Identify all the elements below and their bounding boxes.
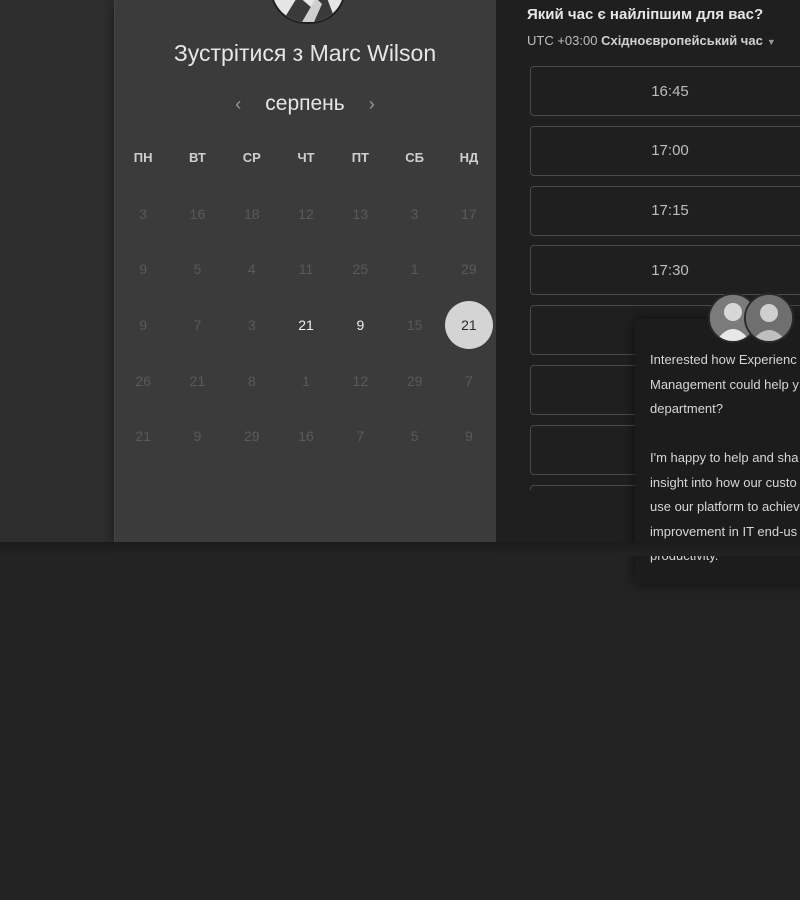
calendar-day-number: 12 bbox=[298, 205, 314, 222]
calendar-day: 3 bbox=[387, 186, 441, 242]
calendar-day[interactable]: 21 bbox=[279, 297, 333, 353]
calendar-day-number: 1 bbox=[410, 261, 419, 278]
calendar-day: 17 bbox=[442, 186, 496, 242]
timezone-offset: UTC +03:00 bbox=[527, 33, 598, 48]
calendar-grid: 3 16 18 12 13 3 17 9 5 4 11 25 1 29 9 7 3 21 9 15 21 26 21 8 1 12… bbox=[116, 186, 496, 464]
calendar-day-number: 5 bbox=[193, 261, 202, 278]
calendar-day-number: 21 bbox=[444, 300, 493, 349]
weekday-label: ПН bbox=[133, 150, 153, 165]
calendar-day: 13 bbox=[333, 186, 387, 242]
calendar-day-number: 7 bbox=[356, 428, 365, 445]
calendar-day-number: 3 bbox=[247, 316, 256, 333]
calendar-day: 21 bbox=[116, 408, 170, 464]
calendar-day: 7 bbox=[170, 297, 224, 353]
calendar-day-number: 11 bbox=[298, 261, 314, 278]
month-label: серпень bbox=[265, 92, 345, 115]
calendar-day: 26 bbox=[116, 353, 170, 409]
calendar-day-number: 9 bbox=[193, 428, 202, 445]
calendar-day-number: 29 bbox=[406, 372, 423, 389]
calendar-day: 25 bbox=[333, 242, 387, 298]
calendar-day-number: 16 bbox=[189, 205, 206, 222]
calendar-day: 9 bbox=[116, 297, 170, 353]
calendar-day: 29 bbox=[442, 242, 496, 298]
chevron-right-icon[interactable]: › bbox=[365, 94, 379, 115]
weekday-label: СР bbox=[242, 150, 261, 165]
calendar-day: 21 bbox=[170, 353, 224, 409]
weekday-header: ПН ВТ СР ЧТ ПТ СБ НД bbox=[116, 150, 496, 165]
page-divider bbox=[0, 542, 800, 556]
calendar-day-number: 8 bbox=[247, 372, 256, 389]
calendar-day: 18 bbox=[225, 186, 279, 242]
chat-message: Interested how Experienc Management coul… bbox=[650, 352, 800, 563]
chat-agent-avatars[interactable] bbox=[708, 293, 794, 343]
calendar-day: 29 bbox=[225, 408, 279, 464]
time-slot-button[interactable]: 16:45 bbox=[530, 66, 800, 116]
calendar-day[interactable]: 9 bbox=[333, 297, 387, 353]
calendar-day-number: 1 bbox=[302, 372, 310, 389]
time-slot-button[interactable]: 17:30 bbox=[530, 245, 800, 296]
calendar-day: 1 bbox=[387, 242, 441, 298]
weekday-label: ЧТ bbox=[297, 150, 315, 165]
calendar-day-number: 29 bbox=[461, 261, 477, 278]
calendar-day-number: 7 bbox=[465, 372, 473, 389]
calendar-day: 8 bbox=[225, 353, 279, 409]
calendar-day-number: 9 bbox=[139, 316, 148, 333]
calendar-day-number: 9 bbox=[465, 428, 473, 445]
calendar-day: 15 bbox=[387, 297, 441, 353]
calendar-day-number: 9 bbox=[139, 261, 148, 278]
agent-avatar bbox=[744, 293, 794, 343]
calendar-day: 5 bbox=[170, 242, 224, 298]
calendar-day-number: 13 bbox=[352, 205, 369, 222]
calendar-day-number: 15 bbox=[406, 316, 423, 333]
calendar-day[interactable]: 21 bbox=[442, 297, 496, 353]
calendar-day-number: 5 bbox=[410, 428, 419, 445]
calendar-day: 16 bbox=[279, 408, 333, 464]
calendar-day-number: 9 bbox=[356, 316, 365, 333]
left-gutter bbox=[0, 0, 114, 542]
timezone-selector[interactable]: UTC +03:00 Східноєвропейський час ▼ bbox=[527, 33, 776, 48]
calendar-day: 9 bbox=[170, 408, 224, 464]
calendar-day-number: 12 bbox=[352, 372, 369, 389]
calendar-day-number: 17 bbox=[461, 205, 477, 222]
weekday-label: СБ bbox=[405, 150, 424, 165]
calendar-day: 3 bbox=[225, 297, 279, 353]
time-slot-button[interactable]: 17:15 bbox=[530, 185, 800, 236]
timezone-name: Східноєвропейський час bbox=[601, 33, 763, 48]
calendar-day: 5 bbox=[387, 408, 441, 464]
calendar-day-number: 3 bbox=[410, 205, 419, 222]
calendar-day: 1 bbox=[279, 353, 333, 409]
weekday-label: ПТ bbox=[351, 150, 369, 165]
calendar-day: 3 bbox=[116, 186, 170, 242]
weekday-label: ВТ bbox=[189, 150, 206, 165]
calendar-day-number: 16 bbox=[298, 428, 314, 445]
calendar-day-number: 21 bbox=[189, 372, 206, 389]
calendar-day-number: 21 bbox=[135, 428, 151, 445]
calendar-day-number: 18 bbox=[243, 205, 260, 222]
calendar-day-number: 29 bbox=[243, 428, 260, 445]
calendar-day: 16 bbox=[170, 186, 224, 242]
calendar-day: 9 bbox=[116, 242, 170, 298]
chevron-down-icon: ▼ bbox=[766, 37, 776, 47]
calendar-day: 4 bbox=[225, 242, 279, 298]
month-navigation: ‹ серпень › bbox=[114, 90, 496, 118]
host-title: Зустрітися з Marc Wilson bbox=[173, 40, 437, 66]
calendar-day-number: 25 bbox=[352, 261, 369, 278]
chevron-left-icon[interactable]: ‹ bbox=[231, 94, 245, 115]
calendar-day: 7 bbox=[333, 408, 387, 464]
calendar-day-number: 3 bbox=[139, 205, 148, 222]
time-slot-button[interactable]: 17:00 bbox=[530, 125, 800, 176]
calendar-day: 29 bbox=[387, 353, 441, 409]
calendar-day: 11 bbox=[279, 242, 333, 298]
calendar-day-number: 7 bbox=[193, 316, 202, 333]
calendar-day-number: 26 bbox=[135, 372, 151, 389]
calendar-day-number: 4 bbox=[247, 261, 256, 278]
calendar-day-number: 21 bbox=[298, 316, 314, 333]
calendar-day: 7 bbox=[442, 353, 496, 409]
calendar-day: 9 bbox=[442, 408, 496, 464]
time-question: Який час є найліпшим для вас? bbox=[527, 6, 764, 23]
calendar-day: 12 bbox=[333, 353, 387, 409]
weekday-label: НД bbox=[459, 150, 479, 165]
calendar-day: 12 bbox=[279, 186, 333, 242]
